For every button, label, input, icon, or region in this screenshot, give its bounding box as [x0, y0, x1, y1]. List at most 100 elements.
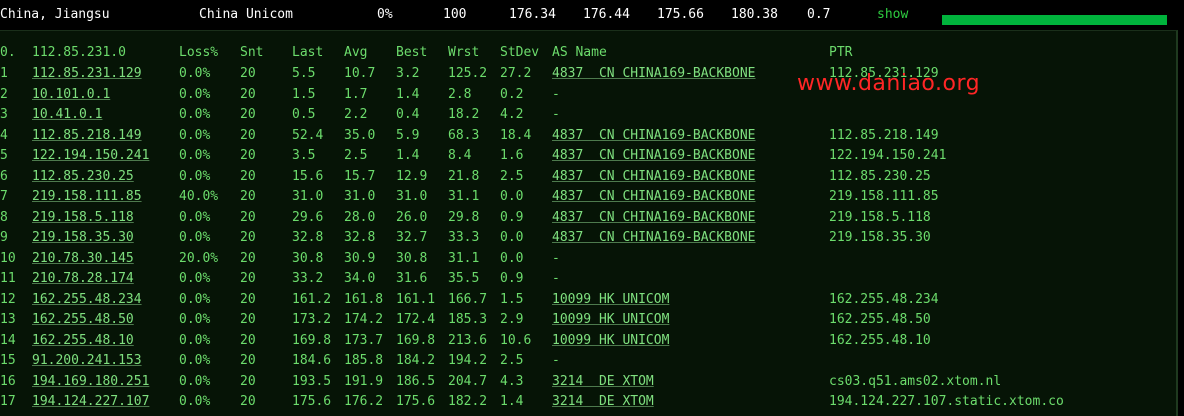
cell-wrst: 125.2	[448, 66, 488, 81]
cell-no: 8	[0, 209, 8, 225]
cell-as[interactable]: 3214 DE XTOM	[552, 392, 654, 412]
cell-no: 15	[0, 353, 16, 368]
cell-host[interactable]: 112.85.230.25	[32, 167, 134, 187]
cell-snt: 20	[240, 312, 256, 327]
cell-wrst: 2.8	[448, 86, 472, 102]
cell-host[interactable]: 219.158.5.118	[32, 208, 134, 228]
cell-loss: 40.0%	[179, 189, 219, 204]
snt-text: 100	[443, 7, 467, 22]
cell-host[interactable]: 219.158.35.30	[32, 228, 134, 248]
cell-loss: 0.0%	[179, 353, 211, 368]
cell-ptr: 219.158.5.118	[829, 209, 931, 225]
cell-snt: 20	[240, 271, 256, 286]
table-row: 10 210.78.30.145 20.0% 20 30.8 30.9 30.8 31.1 0.…	[0, 249, 1176, 269]
cell-stdev: 2.5	[500, 168, 524, 184]
table-row: 15 91.200.241.153 0.0% 20 184.6 185.8 184.2 194…	[0, 351, 1176, 371]
cell-as[interactable]: 4837 CN CHINA169-BACKBONE	[552, 208, 756, 228]
col-best: Best	[396, 45, 428, 60]
cell-wrst: 33.3	[448, 230, 480, 245]
cell-last: 3.5	[292, 148, 316, 163]
loss-text: 0%	[377, 7, 393, 22]
cell-avg: 2.2	[344, 107, 368, 122]
cell-host[interactable]: 10.101.0.1	[32, 85, 110, 105]
cell-last: 32.8	[292, 230, 324, 245]
cell-stdev: 0.9	[500, 271, 524, 286]
cell-stdev: 0.0	[500, 250, 524, 266]
table-row: 13 162.255.48.50 0.0% 20 173.2 174.2 172.4 185.…	[0, 310, 1176, 330]
table-row: 17 194.124.227.107 0.0% 20 175.6 176.2 175.6 18…	[0, 392, 1176, 412]
cell-as[interactable]: 4837 CN CHINA169-BACKBONE	[552, 228, 756, 248]
cell-best: 1.4	[396, 86, 420, 102]
cell-as[interactable]: 3214 DE XTOM	[552, 372, 654, 392]
cell-loss: 0.0%	[179, 66, 211, 81]
cell-stdev: 2.9	[500, 312, 524, 327]
cell-snt: 20	[240, 291, 256, 307]
cell-best: 1.4	[396, 148, 420, 163]
cell-as: -	[552, 271, 560, 286]
cell-no: 17	[0, 394, 16, 409]
cell-as[interactable]: 4837 CN CHINA169-BACKBONE	[552, 167, 756, 187]
table-row: 11 210.78.28.174 0.0% 20 33.2 34.0 31.6 35.5 0.9…	[0, 269, 1176, 289]
cell-best: 30.8	[396, 250, 428, 266]
cell-last: 5.5	[292, 66, 316, 81]
cell-host[interactable]: 10.41.0.1	[32, 105, 102, 125]
cell-best: 31.0	[396, 189, 428, 204]
cell-no: 14	[0, 332, 16, 348]
cell-as[interactable]: 4837 CN CHINA169-BACKBONE	[552, 146, 756, 166]
table-row: 14 162.255.48.10 0.0% 20 169.8 173.7 169.8 213.…	[0, 331, 1176, 351]
table-row: 6 112.85.230.25 0.0% 20 15.6 15.7 12.9 21.8 2.5 4…	[0, 167, 1176, 187]
col-avg: Avg	[344, 45, 368, 60]
cell-as[interactable]: 4837 CN CHINA169-BACKBONE	[552, 64, 756, 84]
cell-stdev: 1.6	[500, 148, 524, 163]
cell-as[interactable]: 10099 HK UNICOM	[552, 290, 669, 310]
cell-host[interactable]: 162.255.48.10	[32, 331, 134, 351]
cell-snt: 20	[240, 394, 256, 409]
cell-host[interactable]: 91.200.241.153	[32, 351, 142, 371]
cell-last: 184.6	[292, 353, 332, 368]
cell-last: 161.2	[292, 291, 332, 307]
cell-no: 12	[0, 291, 16, 307]
cell-snt: 20	[240, 148, 256, 163]
cell-host[interactable]: 112.85.231.129	[32, 64, 142, 84]
table-row: 2 10.101.0.1 0.0% 20 1.5 1.7 1.4 2.8 0.2 -	[0, 85, 1176, 105]
cell-host[interactable]: 112.85.218.149	[32, 126, 142, 146]
cell-last: 169.8	[292, 332, 332, 348]
cell-as[interactable]: 4837 CN CHINA169-BACKBONE	[552, 187, 756, 207]
cell-stdev: 2.5	[500, 353, 524, 368]
cell-loss: 0.0%	[179, 332, 211, 348]
location-text: China, Jiangsu	[0, 7, 110, 22]
cell-host[interactable]: 162.255.48.50	[32, 310, 134, 330]
cell-host[interactable]: 210.78.28.174	[32, 269, 134, 289]
table-header-row: 0. 112.85.231.0 Loss% Snt Last Avg Best …	[0, 43, 1176, 63]
cell-best: 169.8	[396, 332, 436, 348]
table-row: 7 219.158.111.85 40.0% 20 31.0 31.0 31.0 31.1 0.…	[0, 187, 1176, 207]
cell-loss: 0.0%	[179, 107, 211, 122]
cell-as[interactable]: 4837 CN CHINA169-BACKBONE	[552, 126, 756, 146]
cell-stdev: 0.2	[500, 86, 524, 102]
cell-avg: 31.0	[344, 189, 376, 204]
isp-text: China Unicom	[199, 7, 293, 22]
cell-host[interactable]: 210.78.30.145	[32, 249, 134, 269]
last-text: 176.34	[509, 7, 556, 22]
cell-snt: 20	[240, 86, 256, 102]
cell-loss: 0.0%	[179, 291, 211, 307]
show-link[interactable]: show	[877, 7, 908, 22]
cell-last: 15.6	[292, 168, 324, 184]
col-host: 112.85.231.0	[32, 45, 126, 60]
cell-host[interactable]: 162.255.48.234	[32, 290, 142, 310]
cell-last: 0.5	[292, 107, 316, 122]
cell-host[interactable]: 194.169.180.251	[32, 372, 149, 392]
cell-avg: 30.9	[344, 250, 376, 266]
cell-avg: 35.0	[344, 127, 376, 143]
cell-ptr: cs03.q51.ams02.xtom.nl	[829, 373, 1002, 389]
cell-avg: 173.7	[344, 332, 384, 348]
cell-wrst: 213.6	[448, 332, 488, 348]
cell-avg: 34.0	[344, 271, 376, 286]
cell-host[interactable]: 219.158.111.85	[32, 187, 142, 207]
cell-host[interactable]: 122.194.150.241	[32, 146, 149, 166]
cell-as[interactable]: 10099 HK UNICOM	[552, 331, 669, 351]
cell-host[interactable]: 194.124.227.107	[32, 392, 149, 412]
cell-no: 6	[0, 168, 8, 184]
cell-no: 11	[0, 271, 16, 286]
cell-as[interactable]: 10099 HK UNICOM	[552, 310, 669, 330]
